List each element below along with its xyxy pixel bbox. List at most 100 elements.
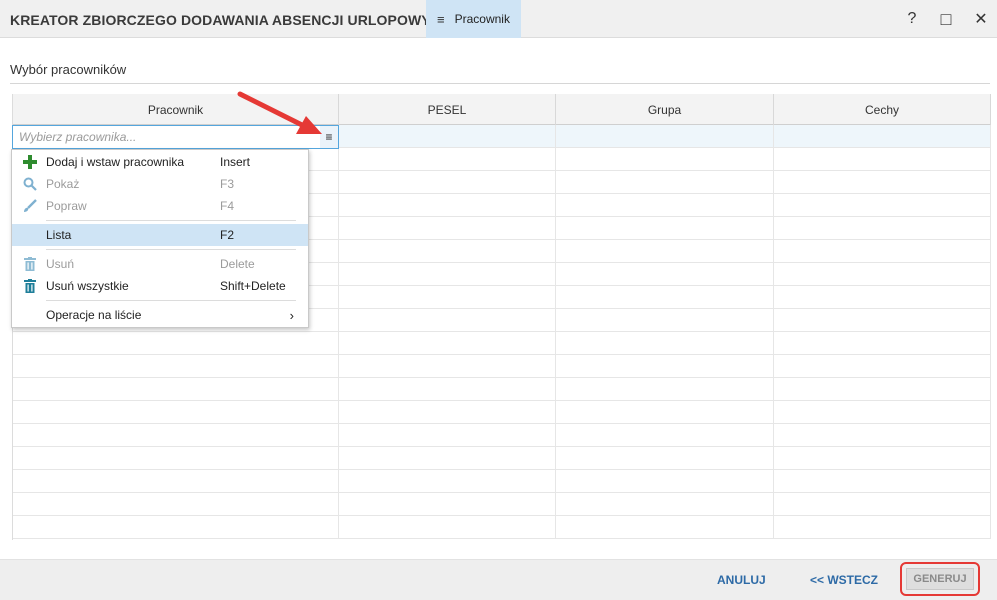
table-row[interactable]: [13, 493, 991, 516]
table-cell[interactable]: [13, 378, 339, 401]
table-cell[interactable]: [556, 355, 774, 378]
menu-item-popraw[interactable]: Popraw F4: [12, 195, 308, 217]
table-cell[interactable]: [13, 332, 339, 355]
menu-item-pokaz[interactable]: Pokaż F3: [12, 173, 308, 195]
table-cell[interactable]: [13, 516, 339, 539]
menu-item-shortcut: Insert: [220, 155, 251, 169]
table-cell[interactable]: [556, 286, 774, 309]
table-cell[interactable]: [339, 332, 556, 355]
table-cell[interactable]: [774, 493, 991, 516]
table-row[interactable]: [13, 401, 991, 424]
table-cell[interactable]: [774, 194, 991, 217]
table-cell[interactable]: [339, 286, 556, 309]
maximize-button[interactable]: □: [936, 9, 956, 29]
table-cell[interactable]: [556, 470, 774, 493]
help-button[interactable]: ?: [902, 9, 922, 29]
table-cell[interactable]: [774, 125, 991, 148]
table-cell[interactable]: [556, 125, 774, 148]
menu-item-usun-wszystkie[interactable]: Usuń wszystkie Shift+Delete: [12, 275, 308, 297]
table-cell[interactable]: [13, 493, 339, 516]
table-cell[interactable]: [13, 447, 339, 470]
table-row[interactable]: [13, 447, 991, 470]
column-header-pesel[interactable]: PESEL: [339, 94, 556, 125]
table-cell[interactable]: [774, 240, 991, 263]
table-row[interactable]: [13, 378, 991, 401]
back-button[interactable]: << WSTECZ: [810, 573, 878, 587]
table-cell[interactable]: [339, 378, 556, 401]
table-cell[interactable]: [556, 447, 774, 470]
table-cell[interactable]: [339, 355, 556, 378]
table-cell[interactable]: [774, 309, 991, 332]
table-cell[interactable]: [556, 263, 774, 286]
table-cell[interactable]: [13, 470, 339, 493]
table-row[interactable]: [13, 332, 991, 355]
table-cell[interactable]: [774, 171, 991, 194]
close-button[interactable]: ✕: [971, 9, 991, 29]
table-cell[interactable]: [339, 240, 556, 263]
table-cell[interactable]: [339, 125, 556, 148]
trash-icon: [22, 256, 38, 272]
generate-button[interactable]: GENERUJ: [906, 568, 974, 590]
table-cell[interactable]: [774, 332, 991, 355]
menu-item-operacje[interactable]: Operacje na liście ›: [12, 304, 308, 326]
table-cell[interactable]: [556, 309, 774, 332]
table-cell[interactable]: [774, 401, 991, 424]
table-cell[interactable]: [339, 493, 556, 516]
menu-icon: ≡: [325, 130, 333, 144]
table-cell[interactable]: [13, 424, 339, 447]
menu-item-usun[interactable]: Usuń Delete: [12, 253, 308, 275]
table-cell[interactable]: [774, 378, 991, 401]
tab-pracownik[interactable]: ≡ Pracownik: [426, 0, 521, 38]
table-cell[interactable]: [774, 286, 991, 309]
maximize-icon: □: [940, 8, 952, 29]
table-cell[interactable]: [339, 217, 556, 240]
table-cell[interactable]: [556, 516, 774, 539]
grid-header: Pracownik PESEL Grupa Cechy: [13, 94, 991, 125]
table-cell[interactable]: [556, 148, 774, 171]
table-cell[interactable]: [339, 447, 556, 470]
menu-item-dodaj[interactable]: Dodaj i wstaw pracownika Insert: [12, 151, 308, 173]
column-header-pracownik[interactable]: Pracownik: [13, 94, 339, 125]
table-cell[interactable]: [339, 401, 556, 424]
table-cell[interactable]: [556, 194, 774, 217]
table-cell[interactable]: [13, 401, 339, 424]
employee-picker[interactable]: ≡: [12, 125, 339, 149]
table-cell[interactable]: [13, 355, 339, 378]
table-cell[interactable]: [556, 424, 774, 447]
table-cell[interactable]: [339, 148, 556, 171]
table-cell[interactable]: [556, 217, 774, 240]
table-cell[interactable]: [339, 516, 556, 539]
table-cell[interactable]: [556, 493, 774, 516]
column-header-grupa[interactable]: Grupa: [556, 94, 774, 125]
table-cell[interactable]: [556, 401, 774, 424]
table-cell[interactable]: [556, 332, 774, 355]
menu-item-label: Lista: [46, 228, 72, 242]
table-cell[interactable]: [556, 240, 774, 263]
table-cell[interactable]: [774, 263, 991, 286]
table-cell[interactable]: [774, 447, 991, 470]
table-cell[interactable]: [556, 171, 774, 194]
table-row[interactable]: [13, 470, 991, 493]
table-cell[interactable]: [774, 217, 991, 240]
table-cell[interactable]: [774, 424, 991, 447]
cancel-button[interactable]: ANULUJ: [717, 573, 766, 587]
employee-menu-button[interactable]: ≡: [320, 126, 338, 148]
table-cell[interactable]: [774, 470, 991, 493]
table-cell[interactable]: [339, 470, 556, 493]
table-cell[interactable]: [339, 424, 556, 447]
employee-search-input[interactable]: [13, 126, 313, 148]
table-cell[interactable]: [556, 378, 774, 401]
menu-item-lista[interactable]: Lista F2: [12, 224, 308, 246]
table-cell[interactable]: [339, 171, 556, 194]
table-cell[interactable]: [774, 148, 991, 171]
plus-icon: [22, 154, 38, 170]
table-cell[interactable]: [339, 263, 556, 286]
table-cell[interactable]: [774, 516, 991, 539]
table-row[interactable]: [13, 516, 991, 539]
table-row[interactable]: [13, 424, 991, 447]
table-row[interactable]: [13, 355, 991, 378]
table-cell[interactable]: [339, 194, 556, 217]
table-cell[interactable]: [774, 355, 991, 378]
table-cell[interactable]: [339, 309, 556, 332]
column-header-cechy[interactable]: Cechy: [774, 94, 991, 125]
